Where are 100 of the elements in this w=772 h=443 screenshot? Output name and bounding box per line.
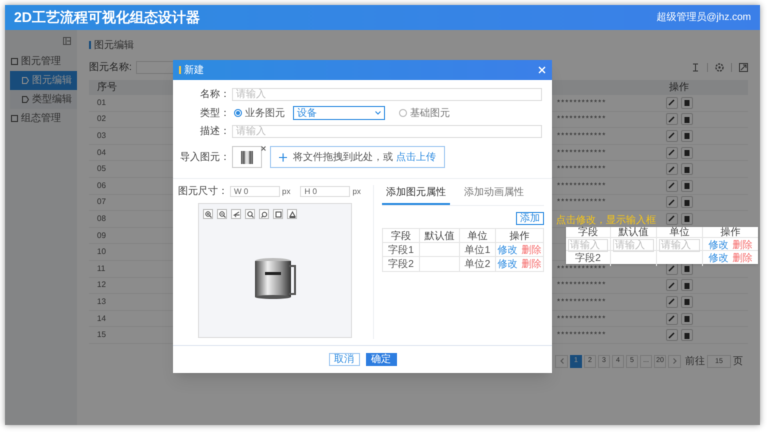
radio-button[interactable] (399, 109, 407, 117)
upload-link[interactable]: 点击上传 (396, 152, 436, 162)
field-label: 导入图元： (179, 150, 230, 164)
user-account[interactable]: 超级管理员@jhz.com (656, 10, 751, 25)
settings-icon[interactable] (715, 62, 724, 72)
column-header: 操作 (668, 81, 690, 95)
sidebar-item[interactable]: 图元编辑 (10, 71, 77, 90)
table-cell-text: ************ (556, 130, 608, 142)
delete-link[interactable]: 删除 (732, 238, 752, 253)
tab[interactable]: 添加动画属性 (460, 185, 528, 205)
zoom-out-icon (218, 210, 226, 218)
unit-label: px (352, 186, 361, 198)
magnifier-button[interactable] (245, 209, 255, 219)
input-field[interactable]: 请输入 (613, 239, 654, 252)
cancel-button[interactable]: 取消 (328, 353, 360, 366)
delete-link[interactable]: 删除 (522, 257, 542, 272)
jump-label: 前往 (685, 354, 705, 369)
trash-icon (684, 99, 690, 106)
radio-button[interactable] (234, 109, 242, 117)
width-input[interactable]: W 0 (230, 186, 280, 197)
edit-link[interactable]: 修改 (708, 251, 728, 266)
triangle-button[interactable] (287, 209, 297, 219)
table-cell-text: 05 (96, 163, 107, 176)
sidebar-item[interactable]: 类型编辑 (10, 90, 77, 109)
trash-icon (684, 298, 690, 306)
pencil-icon (668, 298, 675, 306)
pencil-icon (668, 315, 675, 322)
frame-button[interactable] (273, 209, 283, 219)
unit-label: px (282, 186, 290, 198)
grid-icon (11, 58, 18, 65)
delete-link[interactable]: 删除 (732, 251, 752, 266)
breadcrumb: 图元编辑 (94, 38, 134, 52)
magnifier-button[interactable] (259, 209, 269, 219)
table-cell-text: 04 (96, 146, 107, 159)
plus-icon (279, 152, 288, 162)
type-select[interactable]: 设备 (293, 106, 385, 120)
page-unit: 页 (733, 354, 743, 369)
pencil-icon (668, 282, 675, 289)
table-cell-text: 13 (96, 296, 107, 308)
column-header: 默认值 (419, 229, 459, 244)
table-cell-text: 字段2 (388, 258, 414, 272)
column-header: 序号 (96, 80, 118, 95)
tank-icon (239, 149, 255, 165)
confirm-button[interactable]: 确定 (366, 353, 396, 366)
table-cell-text: 06 (96, 180, 107, 192)
text-cursor-icon[interactable] (691, 62, 700, 72)
pencil-icon (668, 166, 675, 173)
pencil-icon (668, 116, 675, 123)
radio-label: 业务图元 (245, 106, 285, 120)
table-cell-text: ************ (556, 329, 608, 342)
close-icon[interactable] (538, 66, 546, 74)
magnifier-icon (246, 210, 254, 218)
pencil-icon (668, 149, 675, 156)
name-input[interactable]: 请输入 (232, 88, 542, 101)
upload-hint: 将文件拖拽到此处，或 (293, 152, 394, 162)
zoom-in-button[interactable] (203, 209, 213, 219)
input-field[interactable]: 请输入 (568, 239, 608, 252)
tag-icon (22, 77, 29, 84)
pencil-icon (668, 215, 675, 222)
chevron-right-icon (672, 358, 676, 364)
dialog-title: 新建 (184, 64, 204, 78)
arrow-button[interactable] (231, 209, 241, 219)
table-cell-text: 字段1 (388, 244, 414, 258)
table-cell-text: 单位2 (464, 258, 490, 272)
field-label: 类型： (199, 106, 230, 120)
radio-label: 基础图元 (410, 106, 450, 120)
column-header: 默认值 (610, 227, 656, 238)
description-input[interactable]: 请输入 (232, 125, 542, 138)
expand-icon[interactable] (739, 62, 748, 72)
trash-icon (684, 198, 690, 206)
table-cell-text: ************ (556, 180, 608, 192)
table-cell-text: 10 (96, 246, 107, 258)
table-cell-text: 07 (96, 196, 107, 208)
table-cell-text: 12 (96, 279, 107, 292)
input-field[interactable]: 请输入 (659, 239, 700, 252)
magnifier-icon (260, 210, 268, 218)
table-cell-text: 03 (96, 130, 107, 142)
table-cell-text: 09 (96, 230, 107, 242)
trash-icon (684, 132, 690, 140)
delete-link[interactable]: 删除 (522, 243, 542, 258)
edit-link[interactable]: 修改 (498, 257, 518, 272)
sidebar-item[interactable]: 图元管理 (5, 52, 77, 71)
pencil-icon (668, 132, 675, 140)
trash-icon (684, 315, 690, 322)
tab[interactable]: 添加图元属性 (382, 185, 450, 205)
trash-icon (684, 215, 690, 222)
zoom-out-button[interactable] (217, 209, 227, 219)
sidebar-item[interactable]: 组态管理 (5, 109, 77, 128)
upload-area[interactable]: 将文件拖拽到此处，或 点击上传 (270, 146, 445, 168)
triangle-icon (288, 210, 296, 218)
table-cell-text: ************ (556, 312, 608, 325)
chevron-down-icon (375, 111, 381, 115)
height-input[interactable]: H 0 (300, 186, 350, 197)
trash-icon (684, 282, 690, 289)
edit-link[interactable]: 修改 (498, 243, 518, 258)
edit-link[interactable]: 修改 (708, 238, 728, 253)
frame-icon (274, 210, 282, 218)
pencil-icon (668, 99, 675, 106)
add-button[interactable]: 添加 (516, 212, 544, 225)
remove-icon[interactable] (261, 146, 266, 151)
